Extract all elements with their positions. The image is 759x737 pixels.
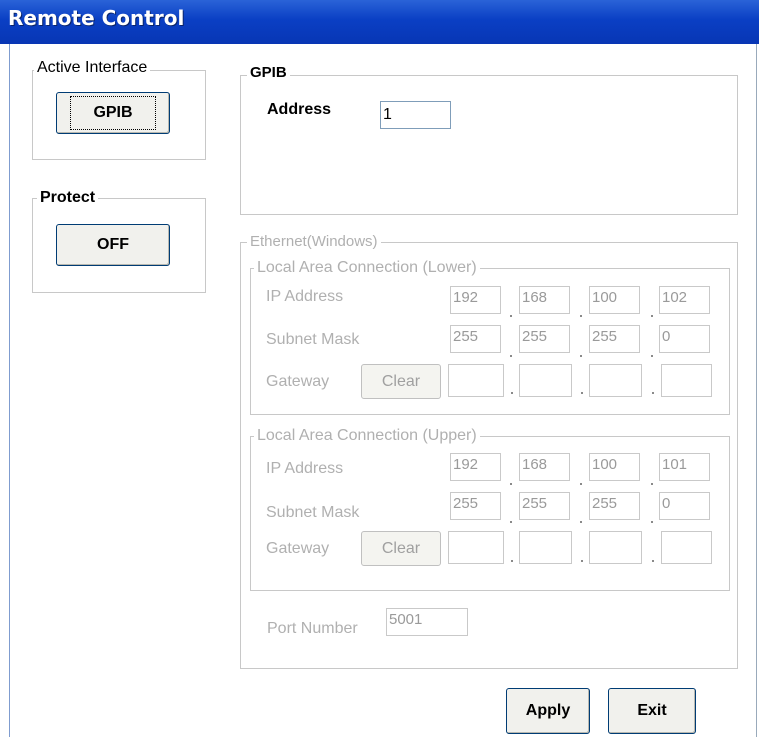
protect-toggle-button[interactable]: OFF — [56, 224, 170, 266]
upper-mask-octet-2[interactable]: 255 — [519, 492, 570, 520]
lower-gateway-octet-1[interactable] — [448, 364, 504, 397]
protect-button-label: OFF — [97, 236, 129, 253]
address-label: Address — [267, 101, 332, 118]
window-title: Remote Control — [8, 6, 185, 30]
exit-button-label: Exit — [637, 702, 667, 719]
active-interface-button[interactable]: GPIB — [56, 92, 170, 134]
exit-button[interactable]: Exit — [608, 688, 696, 734]
lower-mask-octet-2[interactable]: 255 — [519, 325, 570, 353]
ip-separator-dot — [510, 355, 512, 357]
upper-gateway-clear-button[interactable]: Clear — [361, 531, 441, 566]
lower-connection-legend: Local Area Connection (Lower) — [254, 259, 480, 277]
ip-separator-dot — [651, 521, 653, 523]
ip-separator-dot — [580, 355, 582, 357]
gpib-legend: GPIB — [247, 64, 290, 81]
upper-ip-label: IP Address — [266, 460, 344, 477]
upper-clear-label: Clear — [381, 539, 421, 557]
upper-gateway-octet-3[interactable] — [589, 531, 642, 564]
lower-gateway-octet-2[interactable] — [519, 364, 572, 397]
lower-ip-octet-1[interactable]: 192 — [450, 286, 501, 314]
ip-separator-dot — [580, 483, 582, 485]
gpib-address-input[interactable]: 1 — [380, 101, 451, 129]
ethernet-legend: Ethernet(Windows) — [247, 233, 381, 250]
lower-gateway-octet-4[interactable] — [661, 364, 712, 397]
lower-mask-octet-3[interactable]: 255 — [589, 325, 640, 353]
upper-ip-octet-3[interactable]: 100 — [589, 453, 640, 481]
ip-separator-dot — [510, 315, 512, 317]
upper-ip-octet-1[interactable]: 192 — [450, 453, 501, 481]
upper-gateway-octet-4[interactable] — [661, 531, 712, 564]
port-number-label: Port Number — [267, 620, 358, 637]
ip-separator-dot — [510, 521, 512, 523]
apply-button-label: Apply — [525, 702, 571, 719]
active-interface-legend: Active Interface — [34, 59, 151, 77]
lower-ip-octet-3[interactable]: 100 — [589, 286, 640, 314]
lower-clear-label: Clear — [381, 372, 421, 390]
ip-separator-dot — [511, 560, 513, 562]
upper-ip-octet-2[interactable]: 168 — [519, 453, 570, 481]
ip-separator-dot — [511, 392, 513, 394]
ip-separator-dot — [580, 521, 582, 523]
ip-separator-dot — [652, 560, 654, 562]
ip-separator-dot — [651, 355, 653, 357]
ip-separator-dot — [651, 483, 653, 485]
upper-connection-legend: Local Area Connection (Upper) — [254, 427, 480, 445]
lower-gateway-clear-button[interactable]: Clear — [361, 364, 441, 399]
protect-legend: Protect — [37, 189, 99, 207]
ip-separator-dot — [581, 392, 583, 394]
lower-gateway-octet-3[interactable] — [589, 364, 642, 397]
active-interface-button-label: GPIB — [70, 96, 156, 130]
lower-ip-label: IP Address — [266, 288, 344, 305]
upper-ip-octet-4[interactable]: 101 — [659, 453, 710, 481]
ip-separator-dot — [581, 560, 583, 562]
upper-mask-octet-3[interactable]: 255 — [589, 492, 640, 520]
lower-ip-octet-2[interactable]: 168 — [519, 286, 570, 314]
apply-button[interactable]: Apply — [506, 688, 590, 734]
lower-mask-octet-4[interactable]: 0 — [659, 325, 710, 353]
lower-gateway-label: Gateway — [266, 373, 330, 390]
upper-gateway-octet-1[interactable] — [448, 531, 504, 564]
ip-separator-dot — [580, 315, 582, 317]
lower-mask-label: Subnet Mask — [266, 331, 360, 348]
lower-ip-octet-4[interactable]: 102 — [659, 286, 710, 314]
upper-gateway-label: Gateway — [266, 540, 330, 557]
lower-mask-octet-1[interactable]: 255 — [450, 325, 501, 353]
gpib-group — [240, 75, 738, 215]
upper-mask-label: Subnet Mask — [266, 504, 360, 521]
upper-mask-octet-4[interactable]: 0 — [659, 492, 710, 520]
upper-mask-octet-1[interactable]: 255 — [450, 492, 501, 520]
port-number-input[interactable]: 5001 — [386, 608, 468, 636]
ip-separator-dot — [652, 392, 654, 394]
ip-separator-dot — [651, 315, 653, 317]
ip-separator-dot — [510, 483, 512, 485]
upper-gateway-octet-2[interactable] — [519, 531, 572, 564]
